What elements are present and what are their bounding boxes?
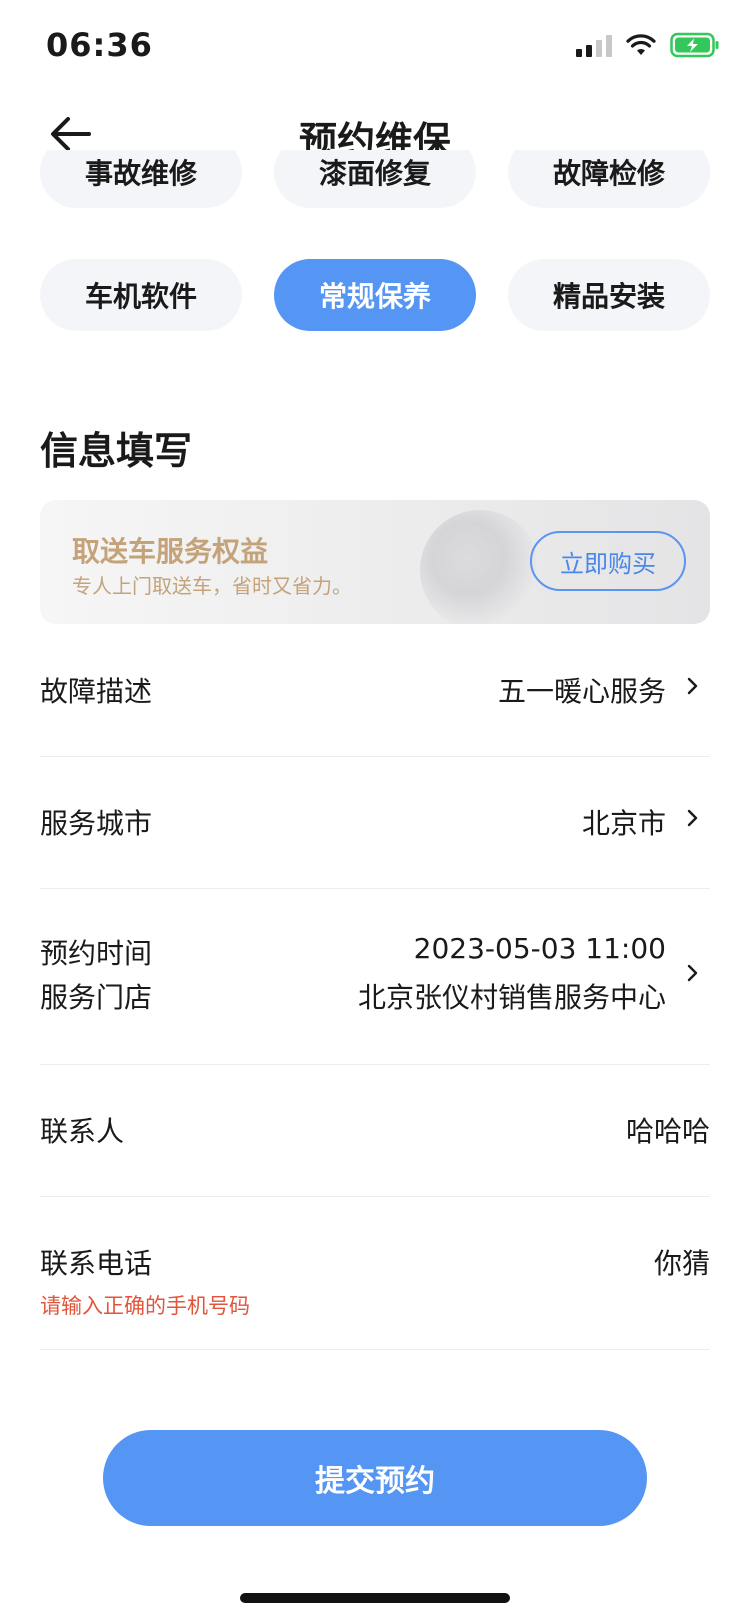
service-type-grid: 事故维修 漆面修复 故障检修 车机软件 常规保养 精品安装 [40,150,710,340]
chevron-right-icon [687,809,698,827]
chip-paint-repair[interactable]: 漆面修复 [274,150,476,208]
home-indicator [240,1593,510,1603]
phone-value[interactable]: 你猜 [654,1242,710,1282]
status-bar: 06:36 [0,0,750,90]
promo-subtitle: 专人上门取送车，省时又省力。 [72,574,352,598]
phone-label: 联系电话 [40,1247,153,1280]
chip-accident-repair[interactable]: 事故维修 [40,150,242,208]
status-icons [576,30,720,60]
promo-title: 取送车服务权益 [72,535,269,568]
service-store-label: 服务门店 [40,981,153,1014]
chip-fault-repair[interactable]: 故障检修 [508,150,710,208]
promo-banner: 取送车服务权益 专人上门取送车，省时又省力。 立即购买 [40,500,710,624]
phone-row[interactable]: 联系电话 你猜 请输入正确的手机号码 [40,1196,710,1350]
fault-description-value: 五一暖心服务 [497,675,666,708]
chip-infotainment-software[interactable]: 车机软件 [40,259,242,331]
contact-row[interactable]: 联系人 哈哈哈 [40,1064,710,1197]
service-store-value: 北京张仪村销售服务中心 [357,981,666,1014]
service-city-value: 北京市 [581,807,666,840]
battery-charging-icon [670,32,719,58]
buy-now-button[interactable]: 立即购买 [530,531,686,591]
promo-background-image [420,510,540,624]
chevron-right-icon [687,677,698,695]
submit-appointment-button[interactable]: 提交预约 [103,1430,647,1526]
section-title: 信息填写 [40,429,193,473]
cellular-signal-icon [576,33,612,57]
contact-label: 联系人 [40,1115,125,1148]
status-time: 06:36 [46,26,153,64]
phone-error-message: 请输入正确的手机号码 [40,1294,250,1318]
appointment-row[interactable]: 预约时间 2023-05-03 11:00 服务门店 北京张仪村销售服务中心 [40,888,710,1065]
chip-regular-maintenance[interactable]: 常规保养 [274,259,476,331]
chevron-right-icon [687,964,698,982]
contact-value[interactable]: 哈哈哈 [626,1110,710,1150]
appointment-time-value: 2023-05-03 11:00 [413,932,666,965]
chip-accessory-install[interactable]: 精品安装 [508,259,710,331]
fault-description-row[interactable]: 故障描述 五一暖心服务 [40,624,710,757]
wifi-icon [626,34,656,55]
fault-description-label: 故障描述 [40,675,153,708]
appointment-time-label: 预约时间 [40,937,153,970]
service-city-row[interactable]: 服务城市 北京市 [40,756,710,889]
service-city-label: 服务城市 [40,807,153,840]
